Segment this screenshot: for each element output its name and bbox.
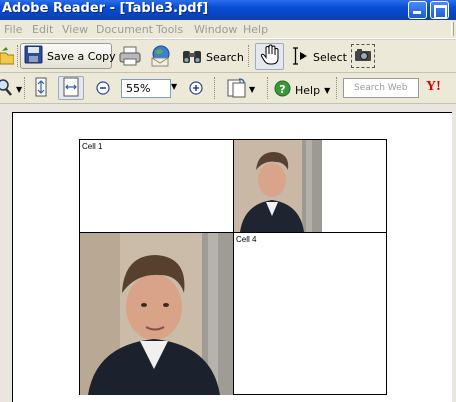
globe-mail-icon: [149, 45, 173, 70]
menu-window[interactable]: Window: [194, 23, 237, 36]
folder-icon: [0, 47, 15, 68]
portrait-photo-large: [80, 233, 234, 395]
email-button[interactable]: [149, 45, 173, 70]
menu-bar: File Edit View Document Tools Window Hel…: [0, 20, 456, 39]
menu-help[interactable]: Help: [243, 23, 268, 36]
table-cell-3: [79, 232, 234, 395]
table-cell-1: Cell 1: [79, 139, 234, 233]
zoom-in-button[interactable]: [189, 81, 203, 98]
fit-width-icon: [63, 77, 79, 100]
menu-separator: [451, 22, 454, 36]
svg-text:?: ?: [279, 83, 285, 96]
save-copy-button[interactable]: Save a Copy: [20, 43, 116, 69]
select-tool-button[interactable]: Select: [291, 47, 347, 68]
toolbar-grip: [248, 45, 250, 67]
yahoo-logo: Y!: [426, 79, 441, 94]
zoom-input[interactable]: 55%: [121, 79, 171, 98]
select-label: Select: [313, 51, 347, 64]
title-bar: Adobe Reader - [Table3.pdf]: [0, 0, 456, 20]
floppy-disk-icon: [24, 45, 43, 67]
printer-icon: [119, 45, 141, 70]
hand-icon: [260, 44, 280, 69]
zoom-value: 55%: [126, 82, 151, 95]
help-icon: ?: [274, 80, 291, 100]
search-web-placeholder: Search Web: [354, 83, 408, 93]
menu-edit[interactable]: Edit: [32, 23, 53, 36]
hand-tool-button[interactable]: [255, 43, 284, 70]
toolbar-grip: [336, 77, 338, 99]
help-label: Help: [295, 83, 321, 97]
toolbar-grip: [267, 77, 269, 99]
chevron-down-icon[interactable]: ▼: [324, 86, 330, 95]
toolbar-view: ▼ 55% ▼ ▼ ? Help ▼ Search Web Y!: [0, 73, 456, 104]
toolbar-grip: [17, 45, 19, 67]
menu-tools[interactable]: Tools: [156, 23, 183, 36]
table-cell-2: [233, 139, 387, 233]
snapshot-tool-button[interactable]: [351, 44, 375, 68]
cell-label: Cell 4: [236, 235, 257, 244]
zoom-dropdown-chevron-icon[interactable]: ▼: [171, 82, 177, 91]
actual-size-button[interactable]: [30, 76, 52, 100]
minus-circle-icon: [96, 81, 110, 98]
chevron-down-icon[interactable]: ▼: [249, 85, 255, 94]
window-title: Adobe Reader - [Table3.pdf]: [2, 1, 209, 16]
zoom-out-button[interactable]: [96, 81, 110, 98]
maximize-button[interactable]: [430, 1, 449, 19]
binoculars-icon: [182, 47, 202, 68]
yahoo-button[interactable]: Y!: [426, 79, 441, 95]
text-cursor-icon: [291, 47, 309, 68]
help-button[interactable]: ? Help ▼: [274, 80, 330, 100]
plus-circle-icon: [189, 81, 203, 98]
chevron-down-icon[interactable]: ▼: [16, 85, 22, 94]
toolbar-file: Save a Copy Search Select: [0, 40, 456, 73]
table-cell-4: Cell 4: [233, 232, 387, 395]
menu-view[interactable]: View: [62, 23, 88, 36]
document-pane[interactable]: Cell 1 Cell 4: [0, 104, 456, 402]
toolbar-grip: [214, 77, 216, 99]
portrait-photo-small: [234, 140, 322, 232]
actual-size-icon: [35, 77, 47, 100]
magnifier-icon: [0, 79, 14, 100]
menu-file[interactable]: File: [4, 23, 22, 36]
fit-width-button[interactable]: [58, 76, 84, 100]
camera-icon: [354, 48, 372, 65]
search-label: Search: [206, 51, 244, 64]
toolbar-grip: [24, 77, 26, 99]
print-button[interactable]: [119, 45, 141, 70]
zoom-tool-button[interactable]: ▼: [0, 79, 22, 100]
pdf-page[interactable]: Cell 1 Cell 4: [12, 112, 452, 402]
search-button[interactable]: Search: [182, 47, 244, 68]
search-web-input[interactable]: Search Web: [343, 78, 419, 98]
minimize-button[interactable]: [408, 1, 427, 19]
page-rotate-icon: [226, 77, 248, 102]
cell-label: Cell 1: [82, 142, 103, 151]
rotate-view-button[interactable]: ▼: [226, 77, 255, 102]
open-button[interactable]: [0, 47, 15, 68]
save-copy-label: Save a Copy: [47, 49, 116, 63]
menu-document[interactable]: Document: [96, 23, 153, 36]
